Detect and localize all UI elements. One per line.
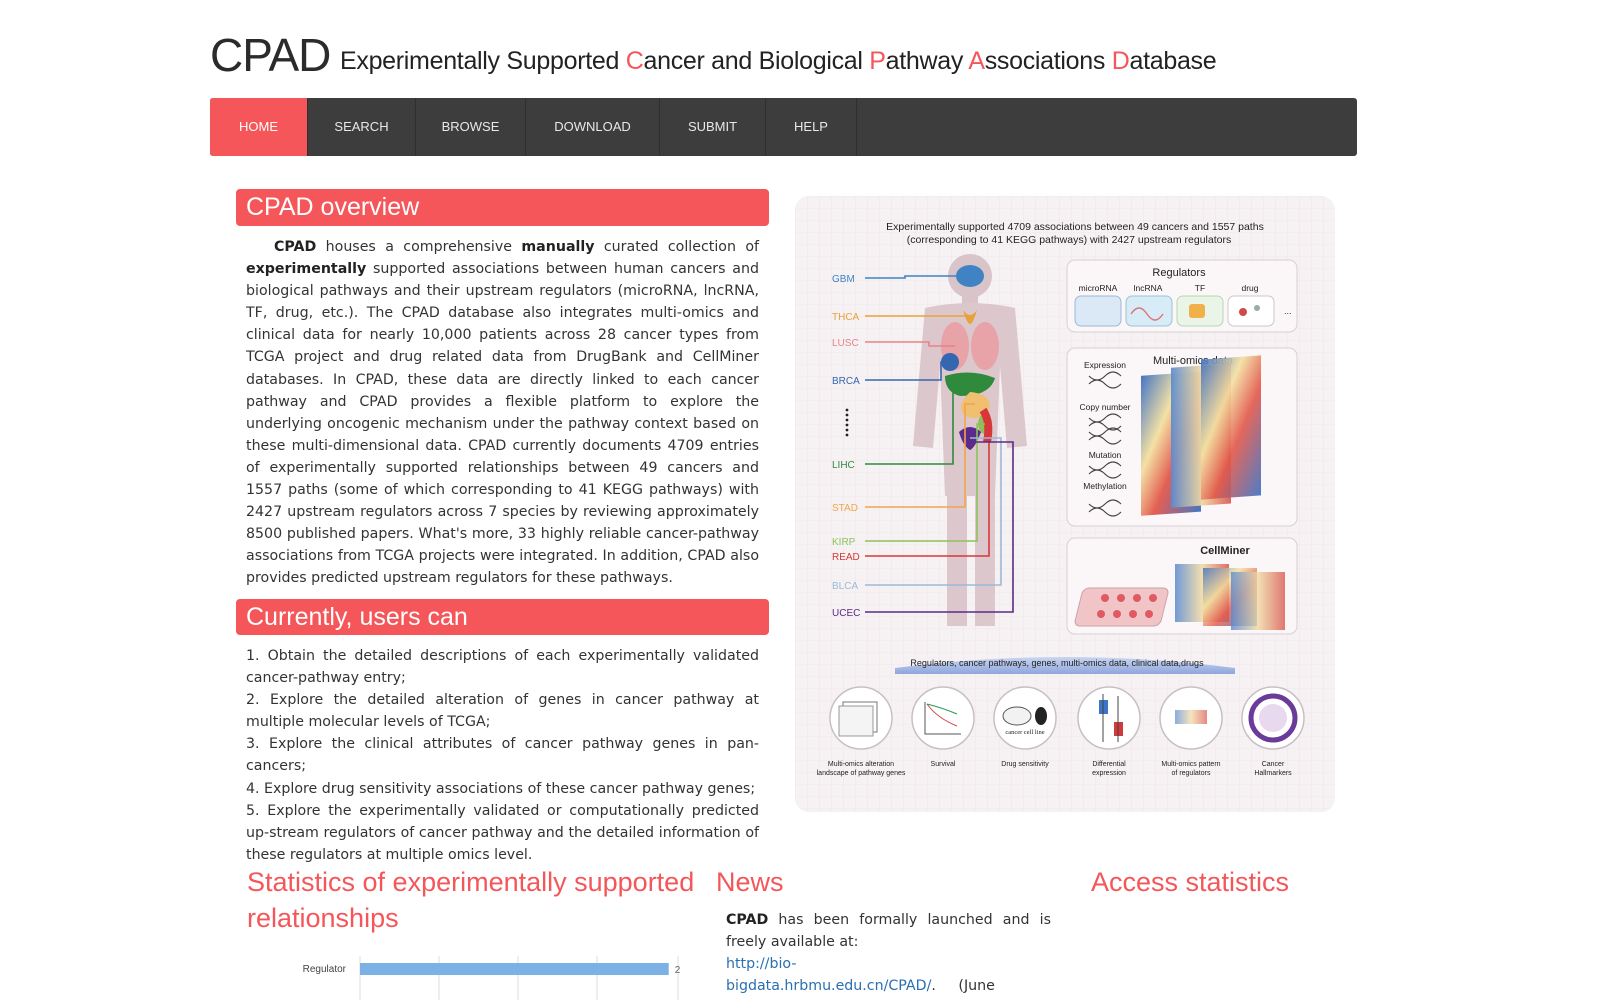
overview-emphasis-experimentally: experimentally: [246, 261, 367, 278]
overview-diagram: Experimentally supported 4709 associatio…: [795, 196, 1335, 812]
regulators-panel: Regulators microRNA lncRNA TF drug ...: [1066, 259, 1298, 333]
cancer-label-brca: BRCA: [832, 376, 860, 387]
list-item: 4. Explore drug sensitivity associations…: [246, 780, 756, 797]
list-item: 2. Explore the detailed alteration of ge…: [246, 692, 759, 731]
more-ellipsis: ...: [1284, 306, 1292, 316]
regulator-type: drug: [1241, 283, 1258, 293]
omics-type: Copy number: [1079, 402, 1130, 412]
cancer-label-blca: BLCA: [832, 581, 858, 592]
subtitle-part: athway: [885, 47, 969, 75]
drug-icon: [1227, 295, 1275, 327]
bar-value-label: 2 427: [675, 965, 680, 976]
overview-text: CPAD houses a comprehensive manually cur…: [246, 236, 759, 590]
ellipsis-dot: [845, 418, 849, 422]
subtitle-initial: P: [869, 47, 886, 75]
overview-emphasis-manually: manually: [521, 239, 595, 255]
main-nav: HOME SEARCH BROWSE DOWNLOAD SUBMIT HELP: [210, 98, 1357, 156]
news-brand: CPAD: [726, 912, 769, 928]
nav-help[interactable]: HELP: [766, 98, 857, 156]
site-subtitle: Experimentally Supported Cancer and Biol…: [340, 44, 1217, 78]
cancer-label-ucec: UCEC: [832, 608, 860, 619]
list-item: 1. Obtain the detailed descriptions of e…: [246, 648, 759, 687]
cancer-label-gbm: GBM: [832, 274, 855, 285]
subtitle-part: ancer and Biological: [643, 47, 870, 75]
nav-download[interactable]: DOWNLOAD: [526, 98, 660, 156]
news-heading: News: [716, 867, 784, 897]
ellipsis-dot: [845, 413, 849, 417]
cell-line-label: cancer cell line: [1005, 729, 1044, 736]
nav-submit[interactable]: SUBMIT: [660, 98, 766, 156]
multiomics-panel: Multi-omics data Expression Copy number …: [1066, 347, 1298, 527]
banner-text: Regulators, cancer pathways, genes, mult…: [910, 658, 1204, 668]
list-item: 3. Explore the clinical attributes of ca…: [246, 736, 759, 775]
cancer-label-lihc: LIHC: [832, 460, 855, 471]
overview-text-part: curated collection of: [594, 239, 760, 255]
figure-title-line1: Experimentally supported 4709 associatio…: [886, 221, 1264, 233]
list-item: 5. Explore the experimentally validated …: [246, 802, 759, 863]
module-label: of regulators: [1172, 770, 1211, 777]
users-heading: Currently, users can: [236, 599, 769, 635]
module-label: Survival: [931, 761, 956, 768]
omics-type: Mutation: [1089, 450, 1122, 460]
nav-home[interactable]: HOME: [210, 98, 308, 156]
cancer-label-stad: STAD: [832, 503, 858, 514]
module-label: Drug sensitivity: [1001, 761, 1049, 768]
module-label: expression: [1092, 770, 1126, 777]
figure-title-line2: (corresponding to 41 KEGG pathways) with…: [907, 234, 1232, 246]
regulators-title: Regulators: [1152, 267, 1206, 279]
news-text: CPAD has been formally launched and is f…: [726, 909, 1051, 997]
subtitle-initial: D: [1111, 47, 1130, 75]
subtitle-part: atabase: [1129, 47, 1217, 75]
cancer-label-lusc: LUSC: [832, 338, 859, 349]
ellipsis-dot: [845, 423, 849, 427]
omics-type: Expression: [1084, 360, 1126, 370]
site-logo[interactable]: CPAD: [210, 28, 331, 82]
regulator-type: microRNA: [1079, 283, 1118, 293]
module-label: Multi-omics pattern: [1161, 761, 1220, 768]
subtitle-part: Experimentally Supported: [340, 47, 626, 75]
cancer-label-kirp: KIRP: [832, 537, 856, 548]
subtitle-initial: C: [625, 47, 644, 75]
module-label: Multi-omics alteration: [828, 761, 894, 768]
overview-figure: Experimentally supported 4709 associatio…: [795, 196, 1335, 812]
overview-brand: CPAD: [274, 239, 317, 255]
regulator-type: TF: [1195, 283, 1205, 293]
omics-type: Methylation: [1083, 481, 1127, 491]
overview-heading: CPAD overview: [236, 189, 769, 226]
ellipsis-dot: [845, 408, 849, 412]
cellminer-title: CellMiner: [1200, 545, 1250, 557]
bar[interactable]: [360, 963, 669, 975]
overview-text-part: supported associations between human can…: [246, 261, 759, 587]
statistics-heading: Statistics of experimentally supported r…: [247, 867, 695, 933]
news-text-part: . (June: [931, 978, 995, 995]
module-label: landscape of pathway genes: [817, 770, 906, 777]
module-circle: [911, 686, 975, 750]
nav-browse[interactable]: BROWSE: [416, 98, 526, 156]
users-list: 1. Obtain the detailed descriptions of e…: [246, 645, 759, 866]
nav-search[interactable]: SEARCH: [308, 98, 416, 156]
cancer-label-read: READ: [832, 552, 860, 563]
ellipsis-dot: [845, 433, 849, 437]
news-link[interactable]: http://bio-bigdata.hrbmu.edu.cn/CPAD/: [726, 956, 931, 994]
module-circle: [1077, 686, 1141, 750]
overview-text-part: houses a comprehensive: [316, 239, 522, 255]
subtitle-initial: A: [968, 47, 985, 75]
module-label: Hallmarkers: [1254, 770, 1292, 777]
module-label: Differential: [1092, 761, 1126, 768]
stats-bar-chart: Regulator 2 427: [303, 956, 700, 1000]
microrna-icon: [1074, 295, 1122, 327]
access-heading: Access statistics: [1091, 867, 1290, 897]
cancer-label-thca: THCA: [832, 312, 860, 323]
bar-category-label: Regulator: [303, 964, 347, 975]
module-label: Cancer: [1262, 761, 1285, 768]
regulator-type: lncRNA: [1134, 283, 1163, 293]
subtitle-part: ssociations: [984, 47, 1112, 75]
statistics-chart: Regulator 2 427: [240, 948, 700, 1000]
ellipsis-dot: [845, 428, 849, 432]
news-text-part: has been formally launched and is freely…: [726, 912, 1051, 951]
cellminer-panel: CellMiner: [1066, 537, 1298, 635]
